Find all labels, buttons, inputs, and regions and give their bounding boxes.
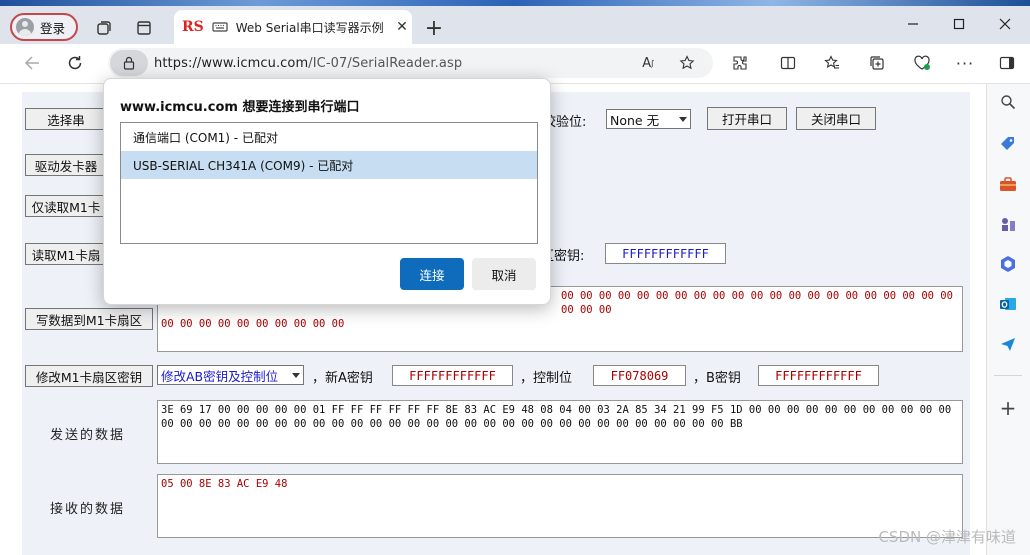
new-a-key-label: ，新A密钥 xyxy=(312,371,373,386)
watermark: CSDN @津津有味道 xyxy=(878,528,1016,546)
keyboard-icon xyxy=(212,21,228,33)
back-icon[interactable] xyxy=(18,49,46,77)
outlook-icon[interactable] xyxy=(994,290,1022,318)
avatar-icon xyxy=(16,18,34,36)
cancel-button[interactable]: 取消 xyxy=(472,258,536,290)
add-icon[interactable]: + xyxy=(994,394,1022,422)
port-item-com9[interactable]: USB-SERIAL CH341A (COM9) - 已配对 xyxy=(121,151,537,179)
send-icon[interactable] xyxy=(994,330,1022,358)
port-item-com1[interactable]: 通信端口 (COM1) - 已配对 xyxy=(121,123,537,151)
workspaces-icon[interactable] xyxy=(90,14,118,42)
read-uid-button[interactable]: 仅读取M1卡 xyxy=(25,195,107,217)
close-port-button[interactable]: 关闭串口 xyxy=(796,107,876,130)
sent-data-textarea[interactable]: 3E 69 17 00 00 00 00 00 01 FF FF FF FF F… xyxy=(157,400,963,464)
address-bar[interactable]: https://www.icmcu.com/IC-07/SerialReader… xyxy=(108,48,713,78)
tab-title: Web Serial串口读写器示例 xyxy=(235,20,384,35)
serial-port-dialog: www.icmcu.com 想要连接到串行端口 通信端口 (COM1) - 已配… xyxy=(103,78,551,305)
b-key-input[interactable]: FFFFFFFFFFFF xyxy=(758,365,879,386)
sidebar-toggle-icon[interactable] xyxy=(993,49,1021,77)
refresh-icon[interactable] xyxy=(61,49,89,77)
desktop-wallpaper-strip xyxy=(0,0,1030,6)
read-aloud-icon[interactable]: Aʃ xyxy=(634,49,662,77)
minimize-icon[interactable] xyxy=(890,10,936,38)
connect-button[interactable]: 连接 xyxy=(400,258,464,290)
select-port-button[interactable]: 选择串 xyxy=(25,108,107,130)
control-bits-label: ，控制位 xyxy=(520,371,573,386)
control-bits-input[interactable]: FF078069 xyxy=(593,365,686,386)
toolbox-icon[interactable] xyxy=(994,170,1022,198)
url-text: https://www.icmcu.com/IC-07/SerialReader… xyxy=(154,55,463,71)
chevron-down-icon xyxy=(292,372,300,378)
lock-icon[interactable] xyxy=(110,50,148,76)
tab-actions-icon[interactable] xyxy=(130,14,158,42)
extensions-icon[interactable] xyxy=(726,49,754,77)
b-key-label: ，B密钥 xyxy=(693,371,741,386)
tab-close-icon[interactable]: ✕ xyxy=(392,19,412,35)
read-sector-button[interactable]: 读取M1卡扇 xyxy=(25,243,107,265)
favorite-star-icon[interactable] xyxy=(673,49,701,77)
modify-option-value: 修改AB密钥及控制位 xyxy=(161,368,279,384)
search-icon[interactable] xyxy=(994,88,1022,116)
active-tab[interactable]: RS Web Serial串口读写器示例 ✕ xyxy=(174,10,412,44)
modify-option-select[interactable]: 修改AB密钥及控制位 xyxy=(157,365,304,385)
sent-data-label: 发送的数据 xyxy=(50,428,126,443)
port-list[interactable]: 通信端口 (COM1) - 已配对 USB-SERIAL CH341A (COM… xyxy=(120,122,538,244)
maximize-icon[interactable] xyxy=(936,10,982,38)
sector-key-input[interactable]: FFFFFFFFFFFF xyxy=(605,243,726,264)
modify-key-button[interactable]: 修改M1卡扇区密钥 xyxy=(25,365,153,387)
profile-label: 登录 xyxy=(40,20,66,36)
chess-icon[interactable] xyxy=(994,210,1022,238)
tag-icon[interactable] xyxy=(994,130,1022,158)
dialog-title: www.icmcu.com 想要连接到串行端口 xyxy=(120,100,360,115)
close-window-icon[interactable] xyxy=(982,10,1028,38)
sidebar-divider xyxy=(994,375,1022,376)
received-data-label: 接收的数据 xyxy=(50,502,126,517)
favorites-icon[interactable] xyxy=(818,49,846,77)
driver-button[interactable]: 驱动发卡器 xyxy=(25,154,107,176)
new-a-key-input[interactable]: FFFFFFFFFFFF xyxy=(392,365,513,386)
profile-button[interactable]: 登录 xyxy=(10,13,78,41)
chevron-down-icon xyxy=(679,116,687,122)
write-sector-button[interactable]: 写数据到M1卡扇区 xyxy=(25,308,153,330)
browser-essentials-icon[interactable] xyxy=(908,49,936,77)
more-menu-icon[interactable]: ··· xyxy=(951,49,979,77)
open-port-button[interactable]: 打开串口 xyxy=(707,107,787,130)
copilot-icon[interactable] xyxy=(994,250,1022,278)
collections-icon[interactable] xyxy=(863,49,891,77)
write-data-line-2: 00 00 00 00 00 00 00 00 00 00 xyxy=(161,318,345,330)
parity-select[interactable]: None 无 xyxy=(606,109,691,129)
split-screen-icon[interactable] xyxy=(774,49,802,77)
received-data-textarea[interactable]: 05 00 8E 83 AC E9 48 xyxy=(157,474,963,538)
new-tab-icon[interactable]: + xyxy=(420,14,448,42)
parity-value: None 无 xyxy=(610,112,660,128)
site-favicon: RS xyxy=(182,19,204,35)
